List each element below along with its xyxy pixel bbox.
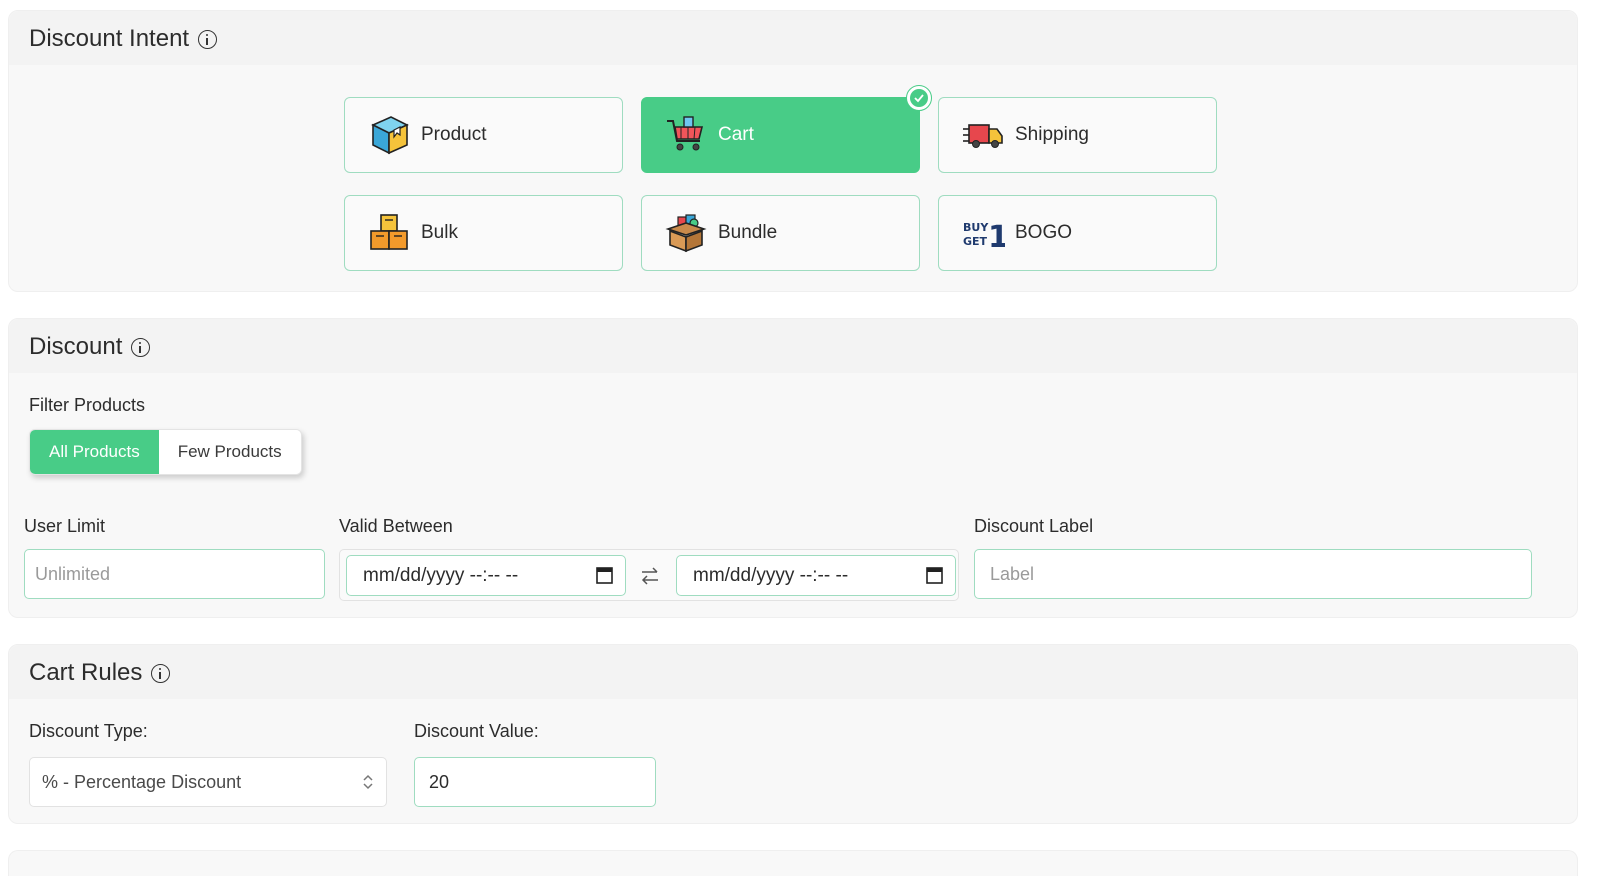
- product-box-icon: [371, 116, 409, 155]
- intent-option-shipping[interactable]: Shipping: [938, 97, 1217, 173]
- discount-intent-section: Discount Intent Product Cart Shipping Bu…: [8, 10, 1578, 292]
- selected-check-icon: [906, 85, 932, 111]
- discount-value-input[interactable]: 20: [414, 757, 656, 807]
- intent-option-bulk[interactable]: Bulk: [344, 195, 623, 271]
- next-section-edge: [8, 850, 1578, 876]
- svg-text:1: 1: [988, 220, 1005, 255]
- section-title-text: Discount: [29, 333, 123, 360]
- discount-label-placeholder: Label: [990, 563, 1035, 584]
- section-header: Discount Intent: [9, 11, 1577, 65]
- info-icon[interactable]: [131, 337, 151, 357]
- discount-value-label: Discount Value:: [414, 721, 539, 741]
- filter-option-few-products[interactable]: Few Products: [158, 430, 301, 474]
- intent-option-product[interactable]: Product: [344, 97, 623, 173]
- valid-between-label: Valid Between: [339, 516, 453, 536]
- user-limit-label: User Limit: [24, 516, 106, 536]
- cart-rules-section: Cart Rules Discount Type: % - Percentage…: [8, 644, 1578, 824]
- calendar-icon[interactable]: [596, 566, 613, 584]
- section-title: Discount: [29, 333, 151, 361]
- section-title: Cart Rules: [29, 659, 171, 687]
- filter-option-all-products[interactable]: All Products: [30, 430, 159, 474]
- intent-option-bogo[interactable]: BUY GET 1 BOGO: [938, 195, 1217, 271]
- end-date-input[interactable]: mm/dd/yyyy --:-- --: [676, 555, 956, 596]
- section-header: Cart Rules: [9, 645, 1577, 699]
- discount-label-input[interactable]: Label: [974, 549, 1532, 599]
- discount-type-select[interactable]: % - Percentage Discount: [29, 757, 387, 807]
- intent-option-label: BOGO: [1015, 222, 1073, 243]
- discount-value-text: 20: [429, 771, 450, 792]
- stacked-boxes-icon: [370, 214, 408, 250]
- intent-option-label: Product: [421, 124, 487, 145]
- buy-get-one-icon: BUY GET 1: [963, 220, 1005, 255]
- start-date-placeholder: mm/dd/yyyy --:-- --: [363, 564, 519, 586]
- intent-option-label: Bulk: [421, 222, 458, 243]
- intent-option-label: Bundle: [718, 222, 778, 243]
- intent-option-bundle[interactable]: Bundle: [641, 195, 920, 271]
- intent-option-label: Shipping: [1015, 124, 1089, 145]
- info-icon[interactable]: [151, 663, 171, 683]
- select-chevron-icon: [363, 774, 373, 790]
- filter-products-label: Filter Products: [29, 395, 146, 415]
- intent-option-cart[interactable]: Cart: [641, 85, 932, 173]
- user-limit-placeholder: Unlimited: [35, 563, 111, 584]
- bundle-box-icon: [665, 214, 707, 253]
- svg-text:BUY: BUY: [963, 221, 989, 234]
- section-header: Discount: [9, 319, 1577, 373]
- discount-type-value: % - Percentage Discount: [42, 771, 242, 792]
- calendar-icon[interactable]: [926, 566, 943, 584]
- discount-type-label: Discount Type:: [29, 721, 148, 741]
- section-title-text: Discount Intent: [29, 25, 190, 52]
- section-title-text: Cart Rules: [29, 659, 143, 686]
- shopping-cart-icon: [667, 116, 704, 151]
- filter-products-toggle: All Products Few Products: [29, 429, 302, 475]
- svg-text:GET: GET: [963, 235, 988, 248]
- delivery-truck-icon: [963, 124, 1003, 148]
- section-title: Discount Intent: [29, 25, 218, 53]
- discount-section: Discount Filter Products All Products Fe…: [8, 318, 1578, 618]
- user-limit-input[interactable]: Unlimited: [24, 549, 325, 599]
- swap-arrows-icon: [641, 567, 658, 585]
- start-date-input[interactable]: mm/dd/yyyy --:-- --: [346, 555, 626, 596]
- discount-label-label: Discount Label: [974, 516, 1094, 536]
- end-date-placeholder: mm/dd/yyyy --:-- --: [693, 564, 849, 586]
- intent-option-label: Cart: [718, 124, 754, 145]
- valid-between-range: mm/dd/yyyy --:-- -- mm/dd/yyyy --:-- --: [339, 549, 959, 601]
- info-icon[interactable]: [198, 29, 218, 49]
